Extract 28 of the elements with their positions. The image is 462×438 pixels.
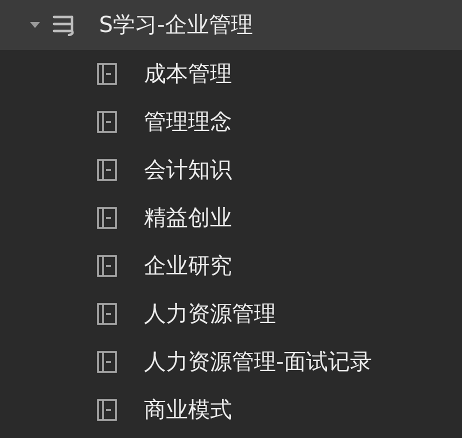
notebook-row[interactable]: 管理理念 [0,98,462,146]
notebook-row[interactable]: 商业模式 [0,386,462,434]
notebook-icon [97,159,117,181]
notebook-title: 成本管理 [144,61,232,89]
notebook-title: 精益创业 [144,205,232,233]
notebook-title: 人力资源管理 [144,301,276,329]
notebook-icon [97,351,117,373]
notebook-row[interactable]: 人力资源管理-面试记录 [0,338,462,386]
notebook-title: 企业研究 [144,253,232,281]
notebook-icon [97,399,117,421]
notebook-row[interactable]: 成本管理 [0,50,462,98]
notebook-icon [97,63,117,85]
notebook-title: 会计知识 [144,157,232,185]
notebook-row[interactable]: 企业研究 [0,242,462,290]
stack-title: S学习-企业管理 [99,12,253,40]
caret-icon[interactable] [29,21,41,29]
notebook-icon [97,207,117,229]
notebook-stack-row[interactable]: S学习-企业管理 [0,0,462,50]
notebook-row[interactable]: 会计知识 [0,146,462,194]
notebook-icon [97,303,117,325]
notebook-title: 商业模式 [144,397,232,425]
stack-icon [52,14,76,36]
notebook-row[interactable]: 精益创业 [0,194,462,242]
notebook-icon [97,111,117,133]
notebook-icon [97,255,117,277]
notebook-row[interactable]: 人力资源管理 [0,290,462,338]
notebook-title: 人力资源管理-面试记录 [144,349,372,377]
notebook-title: 管理理念 [144,109,232,137]
